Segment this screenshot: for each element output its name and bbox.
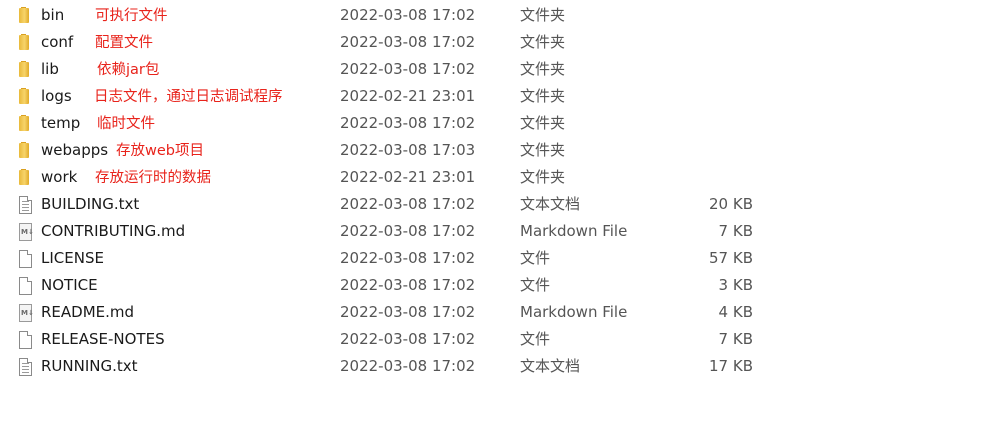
folder-icon	[17, 7, 33, 24]
file-type: 文本文档	[520, 195, 581, 213]
file-name[interactable]: webapps	[41, 137, 108, 164]
modified-date: 2022-03-08 17:02	[340, 60, 476, 78]
file-row[interactable]: RELEASE-NOTES 2022-03-08 17:02 文件 7 KB	[0, 326, 999, 353]
folder-icon	[17, 169, 33, 186]
file-row[interactable]: temp 临时文件 2022-03-08 17:02 文件夹	[0, 110, 999, 137]
modified-date: 2022-03-08 17:02	[340, 276, 476, 294]
file-type: 文件	[520, 249, 551, 267]
file-type: 文件夹	[520, 114, 566, 132]
file-type: 文件	[520, 276, 551, 294]
file-size: 57 KB	[709, 249, 753, 267]
file-name[interactable]: conf	[41, 29, 73, 56]
file-row[interactable]: lib 依赖jar包 2022-03-08 17:02 文件夹	[0, 56, 999, 83]
file-row[interactable]: logs 日志文件，通过日志调试程序 2022-02-21 23:01 文件夹	[0, 83, 999, 110]
file-type: 文件夹	[520, 168, 566, 186]
file-name[interactable]: CONTRIBUTING.md	[41, 218, 185, 245]
text-document-icon	[17, 358, 33, 376]
file-icon	[17, 277, 33, 295]
file-name[interactable]: RUNNING.txt	[41, 353, 138, 380]
file-row[interactable]: bin 可执行文件 2022-03-08 17:02 文件夹	[0, 2, 999, 29]
annotation-label: 配置文件	[95, 35, 153, 51]
file-row[interactable]: BUILDING.txt 2022-03-08 17:02 文本文档 20 KB	[0, 191, 999, 218]
modified-date: 2022-03-08 17:02	[340, 195, 476, 213]
markdown-file-icon: M↓	[17, 304, 34, 322]
file-name[interactable]: temp	[41, 110, 80, 137]
annotation-label: 日志文件，通过日志调试程序	[94, 89, 283, 105]
file-type: 文件夹	[520, 141, 566, 159]
file-name[interactable]: lib	[41, 56, 59, 83]
file-name[interactable]: RELEASE-NOTES	[41, 326, 165, 353]
modified-date: 2022-03-08 17:02	[340, 33, 476, 51]
file-icon	[17, 331, 33, 349]
file-name[interactable]: BUILDING.txt	[41, 191, 139, 218]
file-icon	[17, 250, 33, 268]
file-row[interactable]: M↓ README.md 2022-03-08 17:02 Markdown File…	[0, 299, 999, 326]
modified-date: 2022-02-21 23:01	[340, 87, 476, 105]
file-type: 文本文档	[520, 357, 581, 375]
file-row[interactable]: webapps 存放web项目 2022-03-08 17:03 文件夹	[0, 137, 999, 164]
modified-date: 2022-03-08 17:02	[340, 222, 476, 240]
file-name[interactable]: bin	[41, 2, 64, 29]
modified-date: 2022-03-08 17:02	[340, 6, 476, 24]
file-type: 文件夹	[520, 60, 566, 78]
file-size: 7 KB	[718, 330, 753, 348]
file-size: 20 KB	[709, 195, 753, 213]
file-type: 文件夹	[520, 6, 566, 24]
markdown-file-icon: M↓	[17, 223, 34, 241]
file-name[interactable]: NOTICE	[41, 272, 98, 299]
file-size: 3 KB	[718, 276, 753, 294]
file-row[interactable]: work 存放运行时的数据 2022-02-21 23:01 文件夹	[0, 164, 999, 191]
modified-date: 2022-02-21 23:01	[340, 168, 476, 186]
folder-icon	[17, 88, 33, 105]
file-type: 文件	[520, 330, 551, 348]
annotation-label: 临时文件	[97, 116, 155, 132]
folder-icon	[17, 34, 33, 51]
modified-date: 2022-03-08 17:02	[340, 330, 476, 348]
file-type: 文件夹	[520, 33, 566, 51]
file-size: 7 KB	[718, 222, 753, 240]
file-name[interactable]: LICENSE	[41, 245, 104, 272]
annotation-label: 存放运行时的数据	[95, 170, 211, 186]
modified-date: 2022-03-08 17:02	[340, 357, 476, 375]
modified-date: 2022-03-08 17:02	[340, 249, 476, 267]
file-size: 17 KB	[709, 357, 753, 375]
file-name[interactable]: README.md	[41, 299, 134, 326]
file-list: bin 可执行文件 2022-03-08 17:02 文件夹 conf 配置文件 2022-…	[0, 2, 999, 380]
folder-icon	[17, 142, 33, 159]
file-row[interactable]: M↓ CONTRIBUTING.md 2022-03-08 17:02 Markdow…	[0, 218, 999, 245]
file-name[interactable]: work	[41, 164, 77, 191]
modified-date: 2022-03-08 17:02	[340, 114, 476, 132]
annotation-label: 可执行文件	[95, 8, 168, 24]
file-type: 文件夹	[520, 87, 566, 105]
file-type: Markdown File	[520, 303, 628, 321]
file-name[interactable]: logs	[41, 83, 72, 110]
file-row[interactable]: RUNNING.txt 2022-03-08 17:02 文本文档 17 KB	[0, 353, 999, 380]
file-row[interactable]: LICENSE 2022-03-08 17:02 文件 57 KB	[0, 245, 999, 272]
folder-icon	[17, 115, 33, 132]
text-document-icon	[17, 196, 33, 214]
modified-date: 2022-03-08 17:02	[340, 303, 476, 321]
folder-icon	[17, 61, 33, 78]
file-size: 4 KB	[718, 303, 753, 321]
file-row[interactable]: conf 配置文件 2022-03-08 17:02 文件夹	[0, 29, 999, 56]
annotation-label: 依赖jar包	[97, 62, 160, 78]
file-type: Markdown File	[520, 222, 628, 240]
annotation-label: 存放web项目	[116, 143, 204, 159]
modified-date: 2022-03-08 17:03	[340, 141, 476, 159]
file-row[interactable]: NOTICE 2022-03-08 17:02 文件 3 KB	[0, 272, 999, 299]
